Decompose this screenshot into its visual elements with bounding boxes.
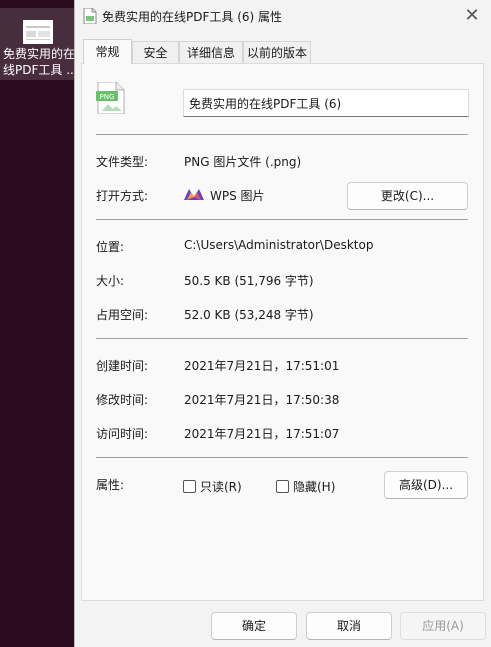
separator <box>96 219 468 220</box>
change-button[interactable]: 更改(C)... <box>347 182 468 210</box>
wps-app-icon <box>184 189 204 200</box>
created-value: 2021年7月21日，17:51:01 <box>184 359 340 373</box>
accessed-label: 访问时间: <box>96 427 149 441</box>
readonly-checkbox[interactable]: 只读(R) <box>183 478 242 494</box>
tab-previous-versions[interactable]: 以前的版本 <box>243 41 311 63</box>
tab-details[interactable]: 详细信息 <box>179 41 243 63</box>
location-label: 位置: <box>96 240 125 254</box>
location-value: C:\Users\Administrator\Desktop <box>184 238 374 252</box>
dialog-title: 免费实用的在线PDF工具 (6) 属性 <box>102 10 283 24</box>
modified-value: 2021年7月21日，17:50:38 <box>184 393 340 407</box>
png-badge-text: PNG <box>100 93 115 101</box>
desktop-file-label: 免费实用的在 线PDF工具 ... <box>0 46 74 78</box>
file-name-input[interactable] <box>183 89 469 117</box>
desktop-file-label-line2: 线PDF工具 ... <box>3 63 74 77</box>
file-type-label: 文件类型: <box>96 155 149 169</box>
title-bar[interactable]: 免费实用的在线PDF工具 (6) 属性 ✕ <box>75 0 491 32</box>
attributes-label: 属性: <box>96 478 125 492</box>
advanced-button[interactable]: 高级(D)... <box>384 471 468 499</box>
tab-security[interactable]: 安全 <box>132 41 179 63</box>
png-file-icon: PNG <box>96 82 125 114</box>
size-on-disk-value: 52.0 KB (53,248 字节) <box>184 308 314 322</box>
general-panel: PNG 文件类型: PNG 图片文件 (.png) 打开方式: WPS 图片 更… <box>81 63 484 601</box>
ok-button[interactable]: 确定 <box>211 612 297 640</box>
hidden-checkbox[interactable]: 隐藏(H) <box>276 478 335 494</box>
readonly-label: 只读(R) <box>200 480 242 494</box>
image-thumbnail-icon <box>23 20 53 44</box>
accessed-value: 2021年7月21日，17:51:07 <box>184 427 340 441</box>
open-with-value: WPS 图片 <box>210 189 265 203</box>
apply-button[interactable]: 应用(A) <box>400 612 486 640</box>
desktop-background: 免费实用的在 线PDF工具 ... <box>0 0 74 647</box>
open-with-label: 打开方式: <box>96 189 149 203</box>
created-label: 创建时间: <box>96 359 149 373</box>
separator <box>96 457 468 458</box>
desktop-file-label-line1: 免费实用的在 <box>3 47 74 61</box>
tab-general[interactable]: 常规 <box>83 39 132 64</box>
file-icon <box>83 8 97 24</box>
separator <box>96 134 468 135</box>
file-type-value: PNG 图片文件 (.png) <box>184 155 302 169</box>
modified-label: 修改时间: <box>96 393 149 407</box>
cancel-button[interactable]: 取消 <box>306 612 392 640</box>
hidden-label: 隐藏(H) <box>293 480 336 494</box>
desktop-file-icon[interactable]: 免费实用的在 线PDF工具 ... <box>0 8 74 80</box>
properties-dialog: 免费实用的在线PDF工具 (6) 属性 ✕ 常规 安全 详细信息 以前的版本 P… <box>74 0 491 647</box>
size-label: 大小: <box>96 274 125 288</box>
separator <box>96 338 468 339</box>
size-on-disk-label: 占用空间: <box>96 308 149 322</box>
checkbox-box[interactable] <box>276 480 289 493</box>
checkbox-box[interactable] <box>183 480 196 493</box>
size-value: 50.5 KB (51,796 字节) <box>184 274 314 288</box>
close-icon[interactable]: ✕ <box>459 3 485 29</box>
